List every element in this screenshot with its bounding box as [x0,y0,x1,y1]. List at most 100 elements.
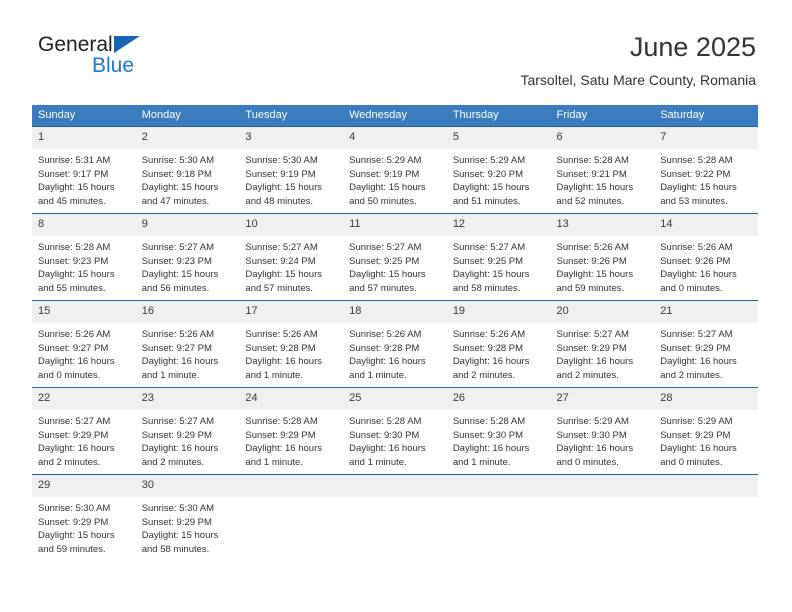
day-sun-info: Sunrise: 5:29 AM Sunset: 9:20 PM Dayligh… [452,155,530,207]
general-blue-logo: General Blue [38,33,238,83]
location-subtitle: Tarsoltel, Satu Mare County, Romania [520,72,756,88]
day-number: 9 [135,214,240,236]
day-cell[interactable]: 28 Sunrise: 5:29 AM Sunset: 9:29 PM Dayli… [654,387,758,475]
day-sun-info: Sunrise: 5:30 AM Sunset: 9:19 PM Dayligh… [245,155,322,207]
day-number: 14 [654,214,758,236]
day-sun-info: Sunrise: 5:30 AM Sunset: 9:29 PM Dayligh… [141,503,219,555]
day-sun-info: Sunrise: 5:28 AM Sunset: 9:29 PM Dayligh… [245,416,322,468]
day-number [239,475,344,497]
calendar-page: General Blue June 2025 Tarsoltel, Satu M… [0,0,792,612]
day-sun-info: Sunrise: 5:28 AM Sunset: 9:30 PM Dayligh… [452,416,530,468]
calendar-week-row: 8 Sunrise: 5:28 AM Sunset: 9:23 PM Daylig… [32,213,758,301]
day-cell[interactable]: 16 Sunrise: 5:26 AM Sunset: 9:27 PM Dayli… [135,300,240,388]
day-number: 20 [550,301,655,323]
day-cell[interactable]: 3 Sunrise: 5:30 AM Sunset: 9:19 PM Daylig… [239,126,344,214]
day-cell[interactable]: 5 Sunrise: 5:29 AM Sunset: 9:20 PM Daylig… [446,126,551,214]
triangle-icon [114,36,140,53]
day-cell-empty [654,474,758,561]
day-sun-info: Sunrise: 5:26 AM Sunset: 9:27 PM Dayligh… [38,329,115,381]
day-sun-info: Sunrise: 5:27 AM Sunset: 9:23 PM Dayligh… [141,242,219,294]
day-cell[interactable]: 22 Sunrise: 5:27 AM Sunset: 9:29 PM Dayli… [32,387,136,475]
day-cell-empty [446,474,551,561]
day-number: 29 [32,475,136,497]
day-cell[interactable]: 27 Sunrise: 5:29 AM Sunset: 9:30 PM Dayli… [550,387,655,475]
day-cell[interactable]: 1 Sunrise: 5:31 AM Sunset: 9:17 PM Daylig… [32,126,136,214]
day-number: 7 [654,127,758,149]
day-number [446,475,551,497]
day-cell[interactable]: 8 Sunrise: 5:28 AM Sunset: 9:23 PM Daylig… [32,213,136,301]
day-number: 8 [32,214,136,236]
day-number: 16 [135,301,240,323]
day-number: 19 [446,301,551,323]
weekday-header-tuesday: Tuesday [239,105,344,127]
logo-text-blue: Blue [92,54,135,77]
day-cell[interactable]: 29 Sunrise: 5:30 AM Sunset: 9:29 PM Dayli… [32,474,136,561]
day-cell[interactable]: 13 Sunrise: 5:26 AM Sunset: 9:26 PM Dayli… [550,213,655,301]
day-cell[interactable]: 20 Sunrise: 5:27 AM Sunset: 9:29 PM Dayli… [550,300,655,388]
day-cell[interactable]: 21 Sunrise: 5:27 AM Sunset: 9:29 PM Dayli… [654,300,758,388]
day-sun-info: Sunrise: 5:28 AM Sunset: 9:23 PM Dayligh… [38,242,115,294]
day-cell[interactable]: 9 Sunrise: 5:27 AM Sunset: 9:23 PM Daylig… [135,213,240,301]
day-cell-empty [343,474,447,561]
day-number: 24 [239,388,344,410]
calendar-header-row: Sunday Monday Tuesday Wednesday Thursday… [32,105,758,127]
day-number: 5 [446,127,551,149]
day-cell[interactable]: 14 Sunrise: 5:26 AM Sunset: 9:26 PM Dayli… [654,213,758,301]
day-number: 11 [343,214,447,236]
day-sun-info: Sunrise: 5:26 AM Sunset: 9:26 PM Dayligh… [660,242,737,294]
day-sun-info: Sunrise: 5:27 AM Sunset: 9:25 PM Dayligh… [452,242,530,294]
day-cell[interactable]: 23 Sunrise: 5:27 AM Sunset: 9:29 PM Dayli… [135,387,240,475]
day-cell[interactable]: 12 Sunrise: 5:27 AM Sunset: 9:25 PM Dayli… [446,213,551,301]
day-number: 4 [343,127,447,149]
day-number: 27 [550,388,655,410]
day-cell[interactable]: 30 Sunrise: 5:30 AM Sunset: 9:29 PM Dayli… [135,474,240,561]
title-block: June 2025 Tarsoltel, Satu Mare County, R… [520,30,756,90]
day-sun-info: Sunrise: 5:27 AM Sunset: 9:29 PM Dayligh… [38,416,115,468]
day-sun-info: Sunrise: 5:28 AM Sunset: 9:30 PM Dayligh… [349,416,426,468]
day-sun-info: Sunrise: 5:29 AM Sunset: 9:30 PM Dayligh… [556,416,634,468]
day-cell[interactable]: 4 Sunrise: 5:29 AM Sunset: 9:19 PM Daylig… [343,126,447,214]
day-cell[interactable]: 15 Sunrise: 5:26 AM Sunset: 9:27 PM Dayli… [32,300,136,388]
day-number: 26 [446,388,551,410]
day-cell[interactable]: 10 Sunrise: 5:27 AM Sunset: 9:24 PM Dayli… [239,213,344,301]
calendar-week-row: 22 Sunrise: 5:27 AM Sunset: 9:29 PM Dayli… [32,387,758,475]
day-sun-info: Sunrise: 5:26 AM Sunset: 9:27 PM Dayligh… [141,329,219,381]
day-number: 10 [239,214,344,236]
day-sun-info: Sunrise: 5:26 AM Sunset: 9:28 PM Dayligh… [245,329,322,381]
day-cell[interactable]: 7 Sunrise: 5:28 AM Sunset: 9:22 PM Daylig… [654,126,758,214]
day-cell[interactable]: 6 Sunrise: 5:28 AM Sunset: 9:21 PM Daylig… [550,126,655,214]
day-cell-empty [550,474,655,561]
day-sun-info: Sunrise: 5:31 AM Sunset: 9:17 PM Dayligh… [38,155,115,207]
day-cell[interactable]: 2 Sunrise: 5:30 AM Sunset: 9:18 PM Daylig… [135,126,240,214]
weekday-header-saturday: Saturday [654,105,758,127]
day-number: 1 [32,127,136,149]
day-sun-info: Sunrise: 5:28 AM Sunset: 9:21 PM Dayligh… [556,155,634,207]
day-cell[interactable]: 19 Sunrise: 5:26 AM Sunset: 9:28 PM Dayli… [446,300,551,388]
weekday-header-friday: Friday [550,105,655,127]
sunrise-sunset-calendar-table: Sunday Monday Tuesday Wednesday Thursday… [32,105,758,561]
day-cell[interactable]: 17 Sunrise: 5:26 AM Sunset: 9:28 PM Dayli… [239,300,344,388]
day-number: 15 [32,301,136,323]
day-number: 30 [135,475,240,497]
day-number [654,475,758,497]
day-number: 17 [239,301,344,323]
weekday-header-wednesday: Wednesday [343,105,447,127]
day-number: 13 [550,214,655,236]
day-cell[interactable]: 18 Sunrise: 5:26 AM Sunset: 9:28 PM Dayli… [343,300,447,388]
day-number: 28 [654,388,758,410]
day-cell[interactable]: 11 Sunrise: 5:27 AM Sunset: 9:25 PM Dayli… [343,213,447,301]
day-sun-info: Sunrise: 5:26 AM Sunset: 9:28 PM Dayligh… [349,329,426,381]
day-sun-info: Sunrise: 5:27 AM Sunset: 9:29 PM Dayligh… [141,416,219,468]
day-cell-empty [239,474,344,561]
day-cell[interactable]: 25 Sunrise: 5:28 AM Sunset: 9:30 PM Dayli… [343,387,447,475]
day-number: 25 [343,388,447,410]
calendar-body: 1 Sunrise: 5:31 AM Sunset: 9:17 PM Daylig… [32,126,758,561]
day-number: 21 [654,301,758,323]
day-sun-info: Sunrise: 5:30 AM Sunset: 9:29 PM Dayligh… [38,503,115,555]
day-cell[interactable]: 24 Sunrise: 5:28 AM Sunset: 9:29 PM Dayli… [239,387,344,475]
calendar-week-row: 1 Sunrise: 5:31 AM Sunset: 9:17 PM Daylig… [32,126,758,214]
day-cell[interactable]: 26 Sunrise: 5:28 AM Sunset: 9:30 PM Dayli… [446,387,551,475]
day-number: 23 [135,388,240,410]
day-sun-info: Sunrise: 5:27 AM Sunset: 9:25 PM Dayligh… [349,242,426,294]
day-number [550,475,655,497]
